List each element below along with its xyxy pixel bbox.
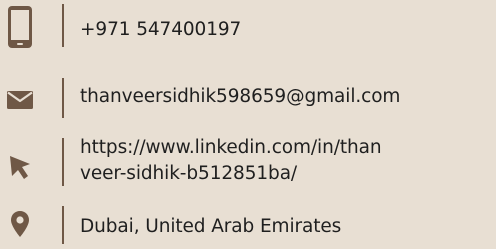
divider [62,138,64,186]
phone-number[interactable]: +971 547400197 [80,17,241,43]
contact-link-row: https://www.linkedin.com/in/than veer-si… [0,134,496,196]
envelope-icon [0,80,40,120]
contact-phone-row: +971 547400197 [0,0,496,54]
profile-link-line-1[interactable]: https://www.linkedin.com/in/than [80,135,382,161]
phone-icon [0,4,40,50]
contact-email-row: thanveersidhik598659@gmail.com [0,74,496,120]
location-text: Dubai, United Arab Emirates [80,216,342,237]
profile-link[interactable]: https://www.linkedin.com/in/than veer-si… [80,135,382,187]
email-address[interactable]: thanveersidhik598659@gmail.com [80,84,400,110]
divider [62,78,64,118]
divider [62,4,64,47]
divider [62,206,64,244]
profile-link-line-2[interactable]: veer-sidhik-b512851ba/ [80,161,382,187]
map-pin-icon [0,204,40,244]
cursor-pointer-icon [0,148,40,186]
contact-location-row: Dubai, United Arab Emirates [0,204,496,249]
